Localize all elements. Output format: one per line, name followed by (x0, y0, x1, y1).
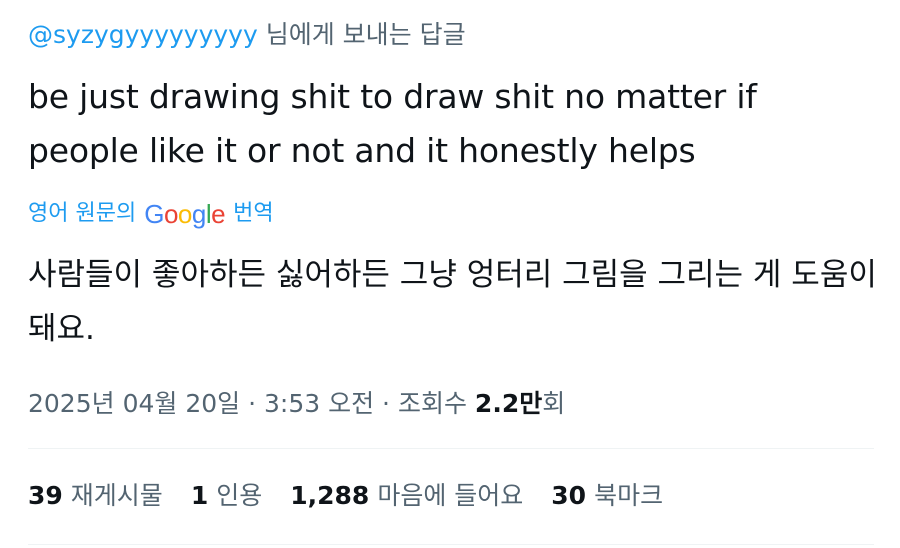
tweet-meta: 2025년 04월 20일 · 3:53 오전 · 조회수 2.2만회 (28, 384, 874, 424)
meta-separator: · (382, 389, 390, 418)
retweets-count: 39 (28, 481, 63, 510)
translated-text: 사람들이 좋아하든 싫어하든 그냥 엉터리 그림을 그리는 게 도움이 돼요. (28, 257, 877, 347)
divider (28, 544, 874, 545)
retweets-label: 재게시물 (70, 481, 163, 510)
google-logo: Google (144, 198, 225, 230)
bookmarks-stat[interactable]: 30 북마크 (551, 476, 663, 516)
tweet-date[interactable]: 2025년 04월 20일 (28, 389, 240, 418)
likes-count: 1,288 (290, 481, 370, 510)
quotes-count: 1 (190, 481, 209, 510)
tweet-time[interactable]: 3:53 오전 (264, 389, 374, 418)
tweet-text: be just drawing shit to draw shit no mat… (28, 77, 757, 170)
views-count: 2.2만 (474, 389, 543, 418)
views-suffix: 회 (542, 389, 566, 418)
bookmarks-label: 북마크 (594, 481, 664, 510)
translate-prefix: 영어 원문의 (28, 201, 137, 226)
quotes-label: 인용 (216, 481, 263, 510)
engagement-stats: 39 재게시물 1 인용 1,288 마음에 들어요 30 북마크 (28, 476, 663, 516)
likes-stat[interactable]: 1,288 마음에 들어요 (290, 476, 523, 516)
google-logo-letter: g (191, 199, 206, 229)
likes-label: 마음에 들어요 (377, 481, 524, 510)
reply-context: @syzygyyyyyyyyy 님에게 보내는 답글 (28, 12, 874, 58)
google-logo-letter: e (211, 199, 226, 229)
reply-context-label: 님에게 보내는 답글 (265, 20, 466, 49)
google-logo-letter: G (144, 199, 164, 229)
divider (28, 448, 874, 449)
translate-suffix: 번역 (233, 201, 274, 226)
retweets-stat[interactable]: 39 재게시물 (28, 476, 163, 516)
meta-separator: · (248, 389, 257, 418)
views-label: 조회수 (397, 389, 467, 418)
translate-attribution[interactable]: 영어 원문의 Google 번역 (28, 198, 874, 230)
bookmarks-count: 30 (551, 481, 587, 510)
google-logo-letter: o (177, 199, 192, 229)
google-logo-letter: o (163, 199, 178, 229)
tweet-detail: @syzygyyyyyyyyy 님에게 보내는 답글 be just drawi… (28, 12, 877, 424)
reply-handle-link[interactable]: @syzygyyyyyyyyy (28, 20, 258, 49)
quotes-stat[interactable]: 1 인용 (191, 476, 262, 516)
